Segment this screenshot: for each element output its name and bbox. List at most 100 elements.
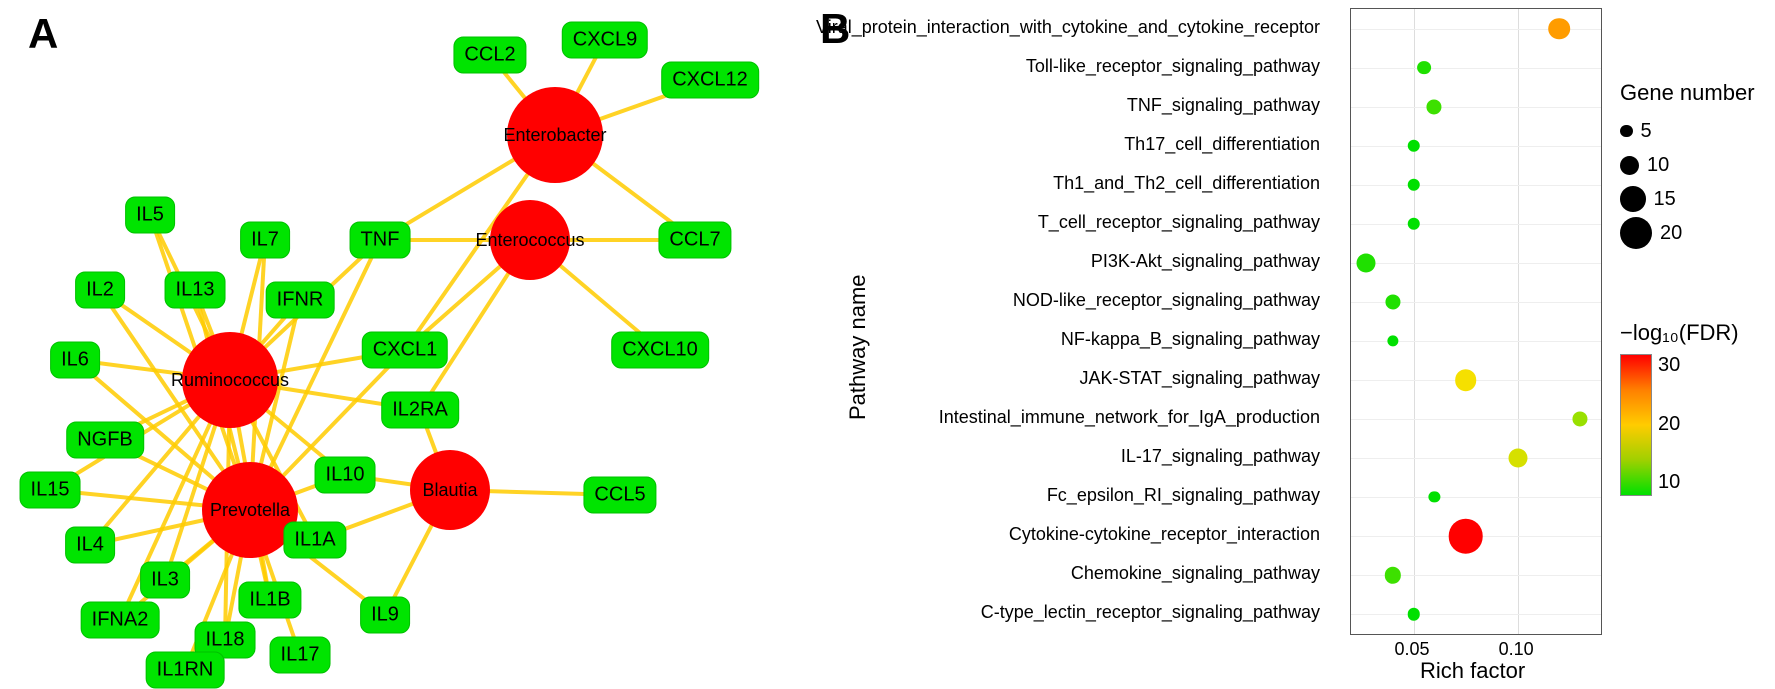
gene-node: TNF bbox=[350, 222, 411, 259]
y-axis-title: Pathway name bbox=[845, 274, 871, 420]
gene-node: IFNA2 bbox=[81, 602, 160, 639]
data-point bbox=[1385, 294, 1400, 309]
data-point bbox=[1549, 18, 1571, 40]
gene-node: IL1B bbox=[238, 582, 301, 619]
size-legend-circle bbox=[1620, 156, 1639, 175]
gene-node: CXCL10 bbox=[611, 332, 709, 369]
pathway-label: PI3K-Akt_signaling_pathway bbox=[1091, 251, 1320, 272]
gene-node: IL17 bbox=[270, 637, 331, 674]
size-legend-value: 20 bbox=[1660, 222, 1682, 245]
bacteria-node: Ruminococcus bbox=[182, 332, 278, 428]
size-legend-item: 10 bbox=[1620, 148, 1755, 182]
gridline-h bbox=[1351, 458, 1601, 459]
pathway-label: T_cell_receptor_signaling_pathway bbox=[1038, 212, 1320, 233]
gridline-h bbox=[1351, 146, 1601, 147]
data-point bbox=[1448, 519, 1483, 554]
gene-node: IL3 bbox=[140, 562, 190, 599]
network-panel: RuminococcusPrevotellaBlautiaEnterococcu… bbox=[0, 0, 800, 687]
data-point bbox=[1508, 449, 1527, 468]
size-legend-value: 5 bbox=[1641, 120, 1652, 143]
gene-node: CCL2 bbox=[453, 37, 526, 74]
bacteria-node: Blautia bbox=[410, 450, 490, 530]
pathway-label: Viral_protein_interaction_with_cytokine_… bbox=[816, 17, 1320, 38]
size-legend-title: Gene number bbox=[1620, 80, 1755, 106]
pathway-label: Th1_and_Th2_cell_differentiation bbox=[1053, 173, 1320, 194]
pathway-label: JAK-STAT_signaling_pathway bbox=[1080, 368, 1320, 389]
dotplot-panel: Pathway name Rich factor Gene number 5 10… bbox=[820, 0, 1760, 687]
data-point bbox=[1407, 179, 1420, 192]
size-legend-value: 10 bbox=[1647, 154, 1669, 177]
gridline-v bbox=[1414, 9, 1415, 634]
pathway-label: Toll-like_receptor_signaling_pathway bbox=[1026, 56, 1320, 77]
pathway-label: C-type_lectin_receptor_signaling_pathway bbox=[981, 602, 1320, 623]
gene-node: IL9 bbox=[360, 597, 410, 634]
bacteria-node: Enterobacter bbox=[507, 87, 603, 183]
gene-node: IL10 bbox=[315, 457, 376, 494]
gene-node: IL7 bbox=[240, 222, 290, 259]
x-axis-title: Rich factor bbox=[1420, 658, 1525, 684]
gridline-h bbox=[1351, 185, 1601, 186]
data-point bbox=[1387, 335, 1398, 346]
pathway-label: TNF_signaling_pathway bbox=[1127, 95, 1320, 116]
plot-area bbox=[1350, 8, 1602, 635]
gridline-h bbox=[1351, 224, 1601, 225]
size-legend-item: 20 bbox=[1620, 216, 1755, 250]
data-point bbox=[1384, 567, 1400, 583]
gridline-v bbox=[1518, 9, 1519, 634]
gene-node: IFNR bbox=[266, 282, 335, 319]
gene-node: NGFB bbox=[66, 422, 144, 459]
pathway-label: Fc_epsilon_RI_signaling_pathway bbox=[1047, 485, 1320, 506]
data-point bbox=[1407, 218, 1420, 231]
gene-node: IL13 bbox=[165, 272, 226, 309]
pathway-label: NF-kappa_B_signaling_pathway bbox=[1061, 329, 1320, 350]
size-legend-item: 5 bbox=[1620, 114, 1755, 148]
gene-node: IL1RN bbox=[146, 652, 225, 689]
gridline-h bbox=[1351, 107, 1601, 108]
data-point bbox=[1407, 139, 1420, 152]
color-legend-tick: 20 bbox=[1658, 413, 1680, 436]
pathway-label: Intestinal_immune_network_for_IgA_produc… bbox=[939, 407, 1320, 428]
size-legend-circle bbox=[1620, 217, 1652, 249]
gene-node: IL2RA bbox=[381, 392, 459, 429]
color-legend-tick: 30 bbox=[1658, 354, 1680, 377]
gridline-h bbox=[1351, 419, 1601, 420]
gene-node: IL1A bbox=[283, 522, 346, 559]
gene-node: IL2 bbox=[75, 272, 125, 309]
data-point bbox=[1417, 61, 1431, 75]
size-legend-circle bbox=[1620, 186, 1646, 212]
gridline-h bbox=[1351, 263, 1601, 264]
data-point bbox=[1427, 99, 1442, 114]
data-point bbox=[1356, 253, 1375, 272]
gene-node: CXCL12 bbox=[661, 62, 759, 99]
color-gradient bbox=[1620, 354, 1652, 496]
gene-node: IL15 bbox=[20, 472, 81, 509]
gridline-h bbox=[1351, 497, 1601, 498]
gridline-h bbox=[1351, 614, 1601, 615]
pathway-label: Th17_cell_differentiation bbox=[1124, 134, 1320, 155]
size-legend-circle bbox=[1620, 125, 1633, 138]
bacteria-node: Enterococcus bbox=[490, 200, 570, 280]
size-legend-value: 15 bbox=[1654, 188, 1676, 211]
size-legend-item: 15 bbox=[1620, 182, 1755, 216]
x-tick: 0.10 bbox=[1499, 639, 1534, 660]
data-point bbox=[1407, 608, 1420, 621]
color-legend-tick: 10 bbox=[1658, 471, 1680, 494]
gene-node: CCL5 bbox=[583, 477, 656, 514]
data-point bbox=[1573, 412, 1588, 427]
size-legend: Gene number 5 10 15 20 bbox=[1620, 80, 1755, 250]
data-point bbox=[1455, 369, 1477, 391]
gene-node: CXCL9 bbox=[562, 22, 648, 59]
pathway-label: NOD-like_receptor_signaling_pathway bbox=[1013, 290, 1320, 311]
gene-node: IL5 bbox=[125, 197, 175, 234]
gene-node: IL4 bbox=[65, 527, 115, 564]
data-point bbox=[1429, 492, 1440, 503]
color-legend-title: −log₁₀(FDR) bbox=[1620, 320, 1739, 346]
gridline-h bbox=[1351, 68, 1601, 69]
pathway-label: Cytokine-cytokine_receptor_interaction bbox=[1009, 524, 1320, 545]
x-tick: 0.05 bbox=[1395, 639, 1430, 660]
pathway-label: Chemokine_signaling_pathway bbox=[1071, 563, 1320, 584]
gene-node: CCL7 bbox=[658, 222, 731, 259]
gene-node: IL6 bbox=[50, 342, 100, 379]
pathway-label: IL-17_signaling_pathway bbox=[1121, 446, 1320, 467]
color-legend: −log₁₀(FDR) 30 20 10 bbox=[1620, 320, 1739, 496]
